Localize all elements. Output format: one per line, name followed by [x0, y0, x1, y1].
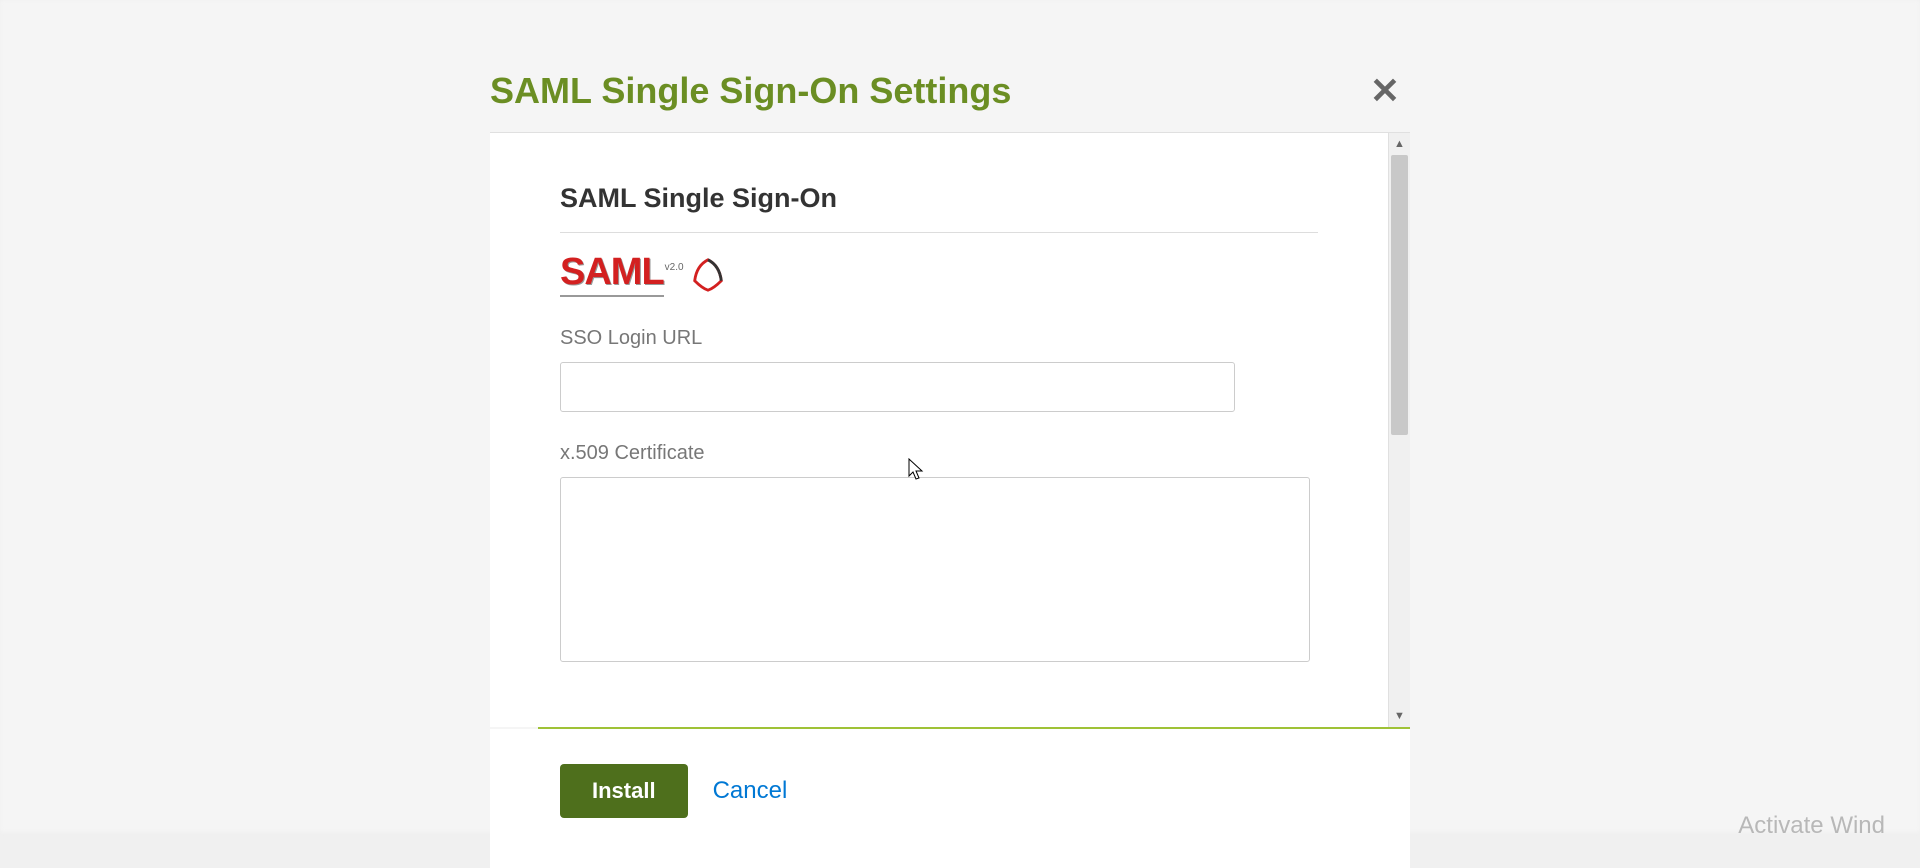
- windows-watermark: Activate Wind: [1738, 812, 1885, 840]
- sso-login-url-label: SSO Login URL: [560, 327, 1318, 350]
- saml-logo-container: SAML v2.0: [560, 253, 1318, 297]
- modal-body-wrapper: SAML Single Sign-On SAML v2.0 SSO Login …: [490, 132, 1410, 727]
- saml-logo-version: v2.0: [665, 262, 684, 273]
- cancel-button[interactable]: Cancel: [713, 777, 788, 805]
- certificate-textarea[interactable]: [560, 477, 1310, 662]
- install-button[interactable]: Install: [560, 764, 688, 818]
- modal-footer: Install Cancel: [490, 729, 1410, 868]
- scrollbar[interactable]: ▲ ▼: [1388, 133, 1410, 727]
- certificate-label: x.509 Certificate: [560, 442, 1318, 465]
- saml-logo-text: SAML: [560, 253, 664, 297]
- scroll-track[interactable]: [1389, 155, 1410, 705]
- scroll-thumb[interactable]: [1391, 155, 1408, 435]
- modal-title: SAML Single Sign-On Settings: [490, 70, 1011, 112]
- close-button[interactable]: ✕: [1360, 70, 1410, 112]
- section-title: SAML Single Sign-On: [560, 183, 1318, 233]
- settings-modal: SAML Single Sign-On Settings ✕ SAML Sing…: [490, 70, 1410, 868]
- certificate-group: x.509 Certificate: [560, 442, 1318, 667]
- scroll-down-arrow-icon[interactable]: ▼: [1389, 705, 1410, 727]
- scroll-up-arrow-icon[interactable]: ▲: [1389, 133, 1410, 155]
- sso-login-url-group: SSO Login URL: [560, 327, 1318, 412]
- sso-login-url-input[interactable]: [560, 362, 1235, 412]
- saml-triangle-icon: [689, 256, 727, 294]
- saml-logo: SAML v2.0: [560, 253, 727, 297]
- close-icon: ✕: [1370, 70, 1400, 111]
- modal-body: SAML Single Sign-On SAML v2.0 SSO Login …: [490, 133, 1388, 727]
- modal-header: SAML Single Sign-On Settings ✕: [490, 70, 1410, 132]
